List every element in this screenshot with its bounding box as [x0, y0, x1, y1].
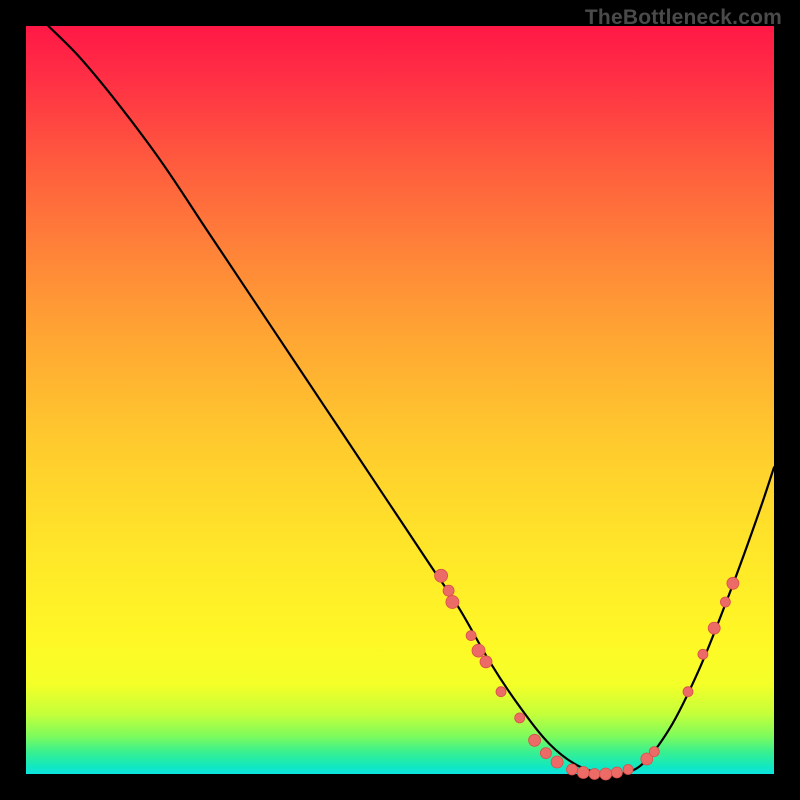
highlight-dots-group [435, 569, 739, 780]
highlight-dot [720, 597, 730, 607]
highlight-dot [698, 649, 708, 659]
highlight-dot [567, 764, 578, 775]
highlight-dot [683, 687, 693, 697]
highlight-dot [540, 748, 551, 759]
highlight-dot [623, 765, 633, 775]
highlight-dot [649, 747, 659, 757]
highlight-dot [611, 767, 622, 778]
highlight-dot [529, 734, 541, 746]
highlight-dot [472, 644, 485, 657]
highlight-dot [496, 687, 506, 697]
chart-svg [26, 26, 774, 774]
highlight-dot [577, 767, 589, 779]
highlight-dot [708, 622, 720, 634]
highlight-dot [446, 596, 459, 609]
highlight-dot [589, 769, 600, 780]
highlight-dot [727, 577, 739, 589]
highlight-dot [600, 768, 612, 780]
highlight-dot [551, 756, 563, 768]
highlight-dot [443, 585, 454, 596]
bottleneck-curve [48, 26, 774, 774]
highlight-dot [480, 656, 492, 668]
plot-area [26, 26, 774, 774]
highlight-dot [435, 569, 448, 582]
highlight-dot [466, 631, 476, 641]
highlight-dot [515, 713, 525, 723]
